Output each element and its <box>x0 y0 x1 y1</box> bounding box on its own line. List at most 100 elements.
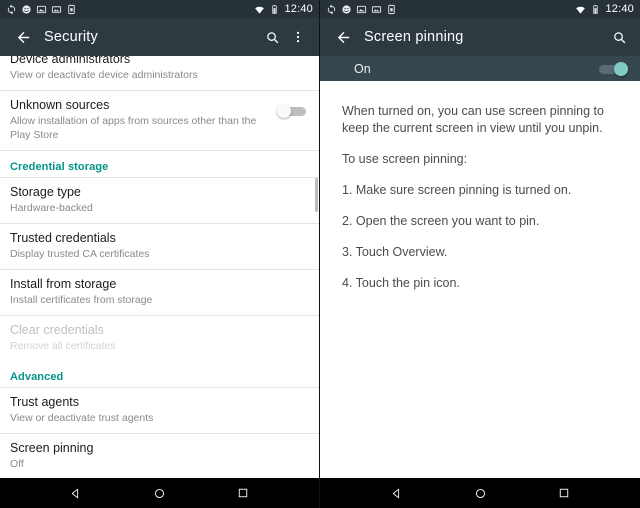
section-advanced: Advanced <box>0 361 319 388</box>
row-subtitle: Remove all certificates <box>10 340 116 352</box>
triangle-back-icon <box>392 488 399 498</box>
screen-pinning-toolbar: Screen pinning <box>320 18 640 56</box>
row-text: Install from storage Install certificate… <box>10 277 307 307</box>
status-bar: 12:40 <box>0 0 319 18</box>
master-switch-row[interactable]: On <box>320 56 640 81</box>
status-bar-notification-icons <box>326 3 397 15</box>
back-button[interactable] <box>376 487 416 500</box>
back-button[interactable] <box>328 29 358 46</box>
list-item-trust-agents[interactable]: Trust agents View or deactivate trust ag… <box>0 388 319 434</box>
row-title: Trust agents <box>10 395 80 409</box>
row-text: Trusted credentials Display trusted CA c… <box>10 231 307 261</box>
back-button[interactable] <box>8 29 38 46</box>
row-title: Device administrators <box>10 56 131 66</box>
row-text: Trust agents View or deactivate trust ag… <box>10 395 307 425</box>
status-bar-system-icons: 12:40 <box>575 2 634 15</box>
recents-button[interactable] <box>223 487 263 499</box>
search-button[interactable] <box>259 30 285 45</box>
section-credential-storage: Credential storage <box>0 151 319 178</box>
list-item-screen-pinning[interactable]: Screen pinning Off <box>0 434 319 478</box>
wifi-icon <box>576 6 586 14</box>
sim-icon <box>68 4 75 14</box>
status-bar: 12:40 <box>320 0 640 18</box>
row-title: Install from storage <box>10 277 117 291</box>
sync-icon <box>327 3 336 15</box>
section-header-label: Credential storage <box>10 161 109 173</box>
back-button[interactable] <box>56 487 96 500</box>
description-step: 1. Make sure screen pinning is turned on… <box>342 183 572 197</box>
overflow-menu-icon <box>296 31 300 43</box>
sim-icon <box>388 4 395 14</box>
navigation-bar <box>320 478 640 508</box>
page-title: Screen pinning <box>364 29 464 45</box>
row-subtitle: Allow installation of apps from sources … <box>10 115 257 141</box>
home-button[interactable] <box>139 487 179 500</box>
battery-icon <box>593 4 599 14</box>
battery-icon <box>272 4 278 14</box>
row-title: Clear credentials <box>10 323 104 337</box>
description-howto-label: To use screen pinning: <box>342 152 468 166</box>
list-item-trusted-credentials[interactable]: Trusted credentials Display trusted CA c… <box>0 224 319 270</box>
list-item-device-administrators[interactable]: Device administrators View or deactivate… <box>0 56 319 91</box>
emoji-icon <box>22 4 31 14</box>
description-step: 2. Open the screen you want to pin. <box>342 214 540 228</box>
row-subtitle: Display trusted CA certificates <box>10 248 150 260</box>
circle-home-icon <box>475 488 485 498</box>
row-subtitle: Install certificates from storage <box>10 294 153 306</box>
row-text: Storage type Hardware-backed <box>10 185 307 215</box>
search-icon <box>613 31 625 43</box>
search-button[interactable] <box>606 30 632 45</box>
row-subtitle: View or deactivate device administrators <box>10 69 198 81</box>
section-header-label: Advanced <box>10 371 64 383</box>
home-button[interactable] <box>460 487 500 500</box>
description-intro: When turned on, you can use screen pinni… <box>342 104 604 135</box>
description-step: 4. Touch the pin icon. <box>342 276 460 290</box>
screenshot-icon <box>356 5 367 13</box>
dual-screenshot: 12:40 Security Device administrators Vie… <box>0 0 640 508</box>
list-item-install-from-storage[interactable]: Install from storage Install certificate… <box>0 270 319 316</box>
search-icon <box>266 31 278 43</box>
description-step: 3. Touch Overview. <box>342 245 448 259</box>
status-bar-clock: 12:40 <box>284 2 313 15</box>
row-title: Screen pinning <box>10 441 94 455</box>
status-bar-clock: 12:40 <box>605 2 634 15</box>
circle-home-icon <box>154 488 165 498</box>
toggle-thumb <box>614 61 628 76</box>
recents-button[interactable] <box>544 487 584 499</box>
security-settings-list[interactable]: Device administrators View or deactivate… <box>0 56 319 478</box>
right-screen-screen-pinning: 12:40 Screen pinning On When turned on, … <box>320 0 640 508</box>
status-bar-notification-icons <box>6 3 77 15</box>
row-text: Unknown sources Allow installation of ap… <box>10 98 277 142</box>
image-icon <box>371 5 382 13</box>
image-icon <box>51 5 62 13</box>
triangle-back-icon <box>72 488 79 498</box>
toggle-thumb <box>277 104 291 118</box>
row-title: Storage type <box>10 185 81 199</box>
left-screen-security: 12:40 Security Device administrators Vie… <box>0 0 320 508</box>
list-scrollbar[interactable] <box>315 178 318 212</box>
sync-icon <box>7 3 16 15</box>
list-item-clear-credentials: Clear credentials Remove all certificate… <box>0 316 319 361</box>
screenshot-icon <box>36 5 47 13</box>
row-subtitle: View or deactivate trust agents <box>10 412 154 424</box>
row-text: Device administrators View or deactivate… <box>10 56 307 82</box>
row-subtitle: Hardware-backed <box>10 202 93 214</box>
security-toolbar: Security <box>0 18 319 56</box>
screen-pinning-description: When turned on, you can use screen pinni… <box>320 81 640 478</box>
list-item-storage-type[interactable]: Storage type Hardware-backed <box>0 178 319 224</box>
navigation-bar <box>0 478 319 508</box>
unknown-sources-toggle[interactable] <box>277 104 307 118</box>
square-recents-icon <box>559 488 569 498</box>
overflow-menu-button[interactable] <box>285 30 311 44</box>
master-switch-label: On <box>354 61 371 76</box>
arrow-back-icon <box>337 31 349 43</box>
wifi-icon <box>255 6 265 14</box>
square-recents-icon <box>238 488 248 498</box>
master-switch-toggle[interactable] <box>598 61 628 76</box>
row-subtitle: Off <box>10 458 24 470</box>
list-item-unknown-sources[interactable]: Unknown sources Allow installation of ap… <box>0 91 319 151</box>
row-title: Trusted credentials <box>10 231 116 245</box>
emoji-icon <box>342 4 351 14</box>
row-text: Screen pinning Off <box>10 441 307 471</box>
status-bar-system-icons: 12:40 <box>254 2 313 15</box>
